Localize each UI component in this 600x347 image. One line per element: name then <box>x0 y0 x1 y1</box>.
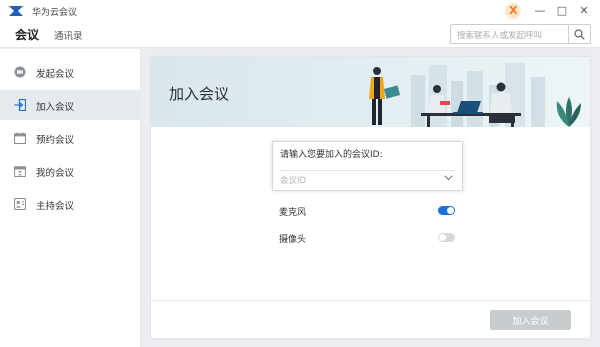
calendar-icon <box>14 132 26 144</box>
tab-meeting[interactable]: 会议 <box>15 26 39 43</box>
search-input[interactable]: 搜索联系人或发起呼叫 <box>450 24 591 44</box>
banner: 加入会议 <box>151 57 590 127</box>
sidebar-item-label: 主持会议 <box>36 201 75 212</box>
meeting-id-input[interactable] <box>280 170 455 186</box>
toggle-knob <box>447 207 454 214</box>
meeting-id-form: 请输入您要加入的会议ID: <box>272 141 463 191</box>
search-icon[interactable] <box>574 29 585 40</box>
sidebar-item-label: 预约会议 <box>36 135 75 146</box>
tab-contacts[interactable]: 通讯录 <box>54 28 83 42</box>
enter-icon <box>14 99 26 111</box>
camera-icon <box>14 66 26 78</box>
calendar-person-icon <box>14 166 26 177</box>
meeting-id-label: 请输入您要加入的会议ID: <box>280 150 383 160</box>
sidebar-item-label: 我的会议 <box>36 168 75 179</box>
minimize-button[interactable]: — <box>532 3 548 19</box>
sidebar-item-my-meetings[interactable]: 我的会议 <box>0 156 141 186</box>
footer-divider <box>151 300 590 301</box>
title-bar: 华为云会议 X — □ ✕ <box>0 0 600 22</box>
brand-badge-icon[interactable]: X <box>505 3 521 19</box>
search-placeholder: 搜索联系人或发起呼叫 <box>457 31 543 41</box>
sidebar-item-label: 加入会议 <box>36 102 75 113</box>
join-meeting-button[interactable]: 加入会议 <box>490 310 571 330</box>
top-navigation: 会议 通讯录 搜索联系人或发起呼叫 <box>0 22 600 48</box>
join-meeting-panel: 加入会议 请输入您要加入的会议ID: 会议ID 麦克风 摄像头 加入会议 <box>151 57 590 338</box>
toggle-knob <box>439 234 446 241</box>
meeting-illustration <box>369 63 581 127</box>
host-icon <box>14 198 26 210</box>
camera-toggle[interactable] <box>438 233 455 242</box>
sidebar-item-host-meeting[interactable]: 主持会议 <box>0 189 141 219</box>
sidebar-item-start-meeting[interactable]: 发起会议 <box>0 57 141 87</box>
search-divider <box>568 25 569 43</box>
microphone-toggle[interactable] <box>438 206 455 215</box>
microphone-label: 麦克风 <box>279 208 307 218</box>
app-logo-icon <box>9 6 23 16</box>
sidebar-item-join-meeting[interactable]: 加入会议 <box>0 90 141 120</box>
maximize-button[interactable]: □ <box>554 3 570 19</box>
chevron-down-icon[interactable] <box>444 175 453 181</box>
sidebar-item-schedule-meeting[interactable]: 预约会议 <box>0 123 141 153</box>
window-title: 华为云会议 <box>32 8 78 18</box>
close-button[interactable]: ✕ <box>576 3 592 19</box>
sidebar-item-label: 发起会议 <box>36 69 75 80</box>
camera-label: 摄像头 <box>279 235 307 245</box>
page-title: 加入会议 <box>169 85 230 103</box>
sidebar: 发起会议 加入会议 预约会议 我的会议 主持会议 <box>0 49 141 347</box>
